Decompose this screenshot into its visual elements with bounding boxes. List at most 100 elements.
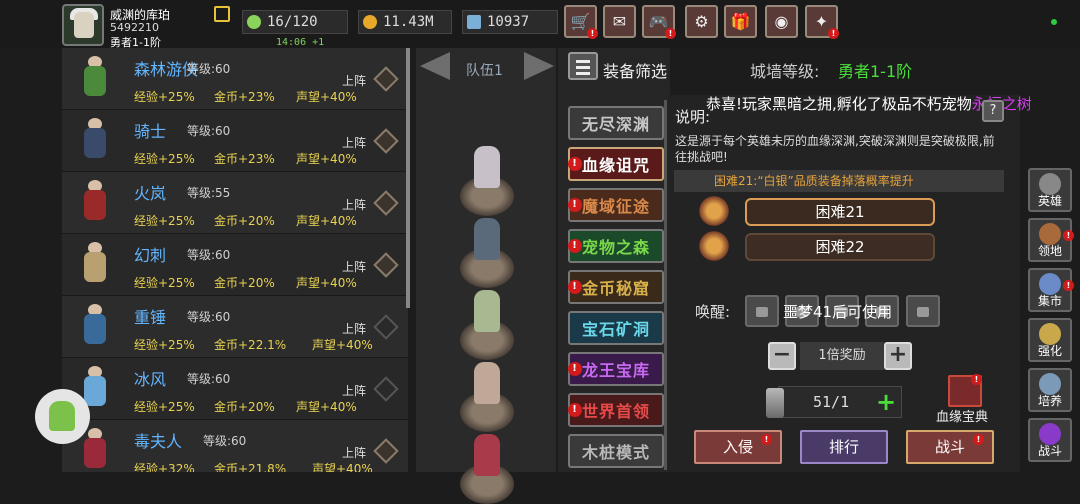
settings-button[interactable]: ⚙ [685,5,718,38]
team-hero-sprite[interactable] [474,434,500,476]
team-hero-sprite[interactable] [474,362,500,404]
gamepad-button[interactable]: 🎮! [642,5,676,39]
mode-button[interactable]: 金币秘窟! [568,270,664,304]
deploy-toggle[interactable] [373,66,399,92]
alert-icon: ! [828,28,839,39]
deploy-label: 上阵 [342,322,367,336]
hero-level: 等级:60 [187,62,231,76]
hero-row[interactable]: 毒夫人 等级:60 上阵 经验+32% 金币+21.8% 声望+40% [62,420,408,472]
team-hero-sprite[interactable] [474,290,500,332]
gem-value: 10937 [487,14,530,30]
deploy-toggle[interactable] [373,376,399,402]
gift-button[interactable]: 🎁 [724,5,757,38]
mode-label: 宠物之森 [581,238,650,257]
difficulty-option-selected[interactable]: 困难21 [745,198,935,226]
side-menu-label: 领地 [1037,244,1062,258]
next-team-arrow[interactable] [524,52,554,80]
event-button[interactable]: ✦! [805,5,839,39]
mode-list-scrollbar[interactable] [664,100,667,470]
deploy-toggle[interactable] [373,314,399,340]
event-icon: ✦ [814,12,829,31]
deploy-label: 上阵 [342,198,367,212]
side-menu-label: 培养 [1037,394,1062,408]
lock-icon[interactable] [745,295,779,327]
deploy-toggle[interactable] [373,190,399,216]
wheel-button[interactable]: ◉ [765,5,798,38]
mode-button[interactable]: 无尽深渊 [568,106,664,140]
shop-icon: 🛒 [570,12,591,31]
side-menu-button[interactable]: 强化 [1028,318,1072,362]
hero-list[interactable]: 森林游侠 等级:60 上阵 经验+25% 金币+23% 声望+40% 骑士 等级… [62,48,408,472]
hero-exp-bonus: 经验+25% [134,214,195,228]
mode-button[interactable]: 世界首领! [568,393,664,427]
mode-button[interactable]: 宠物之森! [568,229,664,263]
hero-name: 冰风 [134,370,167,389]
hero-row[interactable]: 重锤 等级:60 上阵 经验+25% 金币+22.1% 声望+40% [62,296,408,358]
shop-button[interactable]: 🛒! [564,5,598,39]
deploy-toggle[interactable] [373,252,399,278]
team-hero-sprite[interactable] [474,146,500,188]
filter-menu-button[interactable] [568,52,598,80]
mode-button[interactable]: 龙王宝库! [568,352,664,386]
team-column: 队伍1 [416,48,556,504]
team-hero-sprite[interactable] [474,218,500,260]
android-assistant-icon[interactable] [35,389,90,444]
menu-icon [576,60,590,63]
deploy-toggle[interactable] [373,128,399,154]
side-menu-button[interactable]: 英雄 [1028,168,1072,212]
invade-button[interactable]: 入侵! [694,430,782,464]
hero-list-scrollbar[interactable] [406,48,410,308]
lock-icon[interactable] [906,295,940,327]
mode-button[interactable]: 血缘诅咒! [568,147,664,181]
player-avatar[interactable] [62,4,104,46]
energy-counter[interactable]: 16/120 [242,10,348,34]
hero-row[interactable]: 骑士 等级:60 上阵 经验+25% 金币+23% 声望+40% [62,110,408,172]
side-menu-label: 强化 [1037,344,1062,358]
edit-icon[interactable] [214,6,230,22]
awaken-unlock-text: 噩梦41后可使用 [783,303,893,321]
deploy-toggle[interactable] [373,438,399,464]
hero-gold-bonus: 金币+21.8% [214,462,287,472]
help-icon[interactable]: ? [982,100,1004,122]
filter-label[interactable]: 装备筛选 [603,58,667,82]
awaken-label: 唤醒: [695,303,731,321]
mail-button[interactable]: ✉ [603,5,636,38]
mode-label: 宝石矿洞 [581,320,650,339]
alert-icon: ! [587,28,598,39]
hero-row[interactable]: 冰风 等级:60 上阵 经验+25% 金币+20% 声望+40% [62,358,408,420]
gold-counter[interactable]: 11.43M [358,10,452,34]
mode-button[interactable]: 宝石矿洞 [568,311,664,345]
battle-button[interactable]: 战斗! [906,430,994,464]
difficulty-option[interactable]: 困难22 [745,233,935,261]
plus-button[interactable]: + [884,342,912,370]
hero-row[interactable]: 森林游侠 等级:60 上阵 经验+25% 金币+23% 声望+40% [62,48,408,110]
alert-icon: ! [973,434,984,445]
hero-level: 等级:60 [187,124,231,138]
side-menu-button[interactable]: 领地! [1028,218,1074,262]
prev-team-arrow[interactable] [420,52,450,80]
mode-button[interactable]: 魔域征途! [568,188,664,222]
side-menu-button[interactable]: 战斗 [1028,418,1072,462]
bloodline-book-icon[interactable]: ! [948,374,982,407]
mode-list[interactable]: 无尽深渊血缘诅咒! 魔域征途! 宠物之森! 金币秘窟! 宝石矿洞龙王宝库! 世界首领! 木桩… [558,48,670,472]
gem-counter[interactable]: 10937 [462,10,558,34]
bloodline-book-label[interactable]: 血缘宝典 [936,406,988,425]
side-menu-button[interactable]: 培养 [1028,368,1072,412]
mode-button[interactable]: 木桩模式 [568,434,664,468]
hero-row[interactable]: 幻刺 等级:60 上阵 经验+25% 金币+20% 声望+40% [62,234,408,296]
hero-row[interactable]: 火岚 等级:55 上阵 经验+25% 金币+20% 声望+40% [62,172,408,234]
gold-coin-icon [363,15,377,29]
wall-level-value: 勇者1-1阶 [838,62,913,81]
mode-label: 木桩模式 [581,443,650,462]
gold-value: 11.43M [383,14,434,30]
hero-fame-bonus: 声望+40% [296,214,357,228]
hero-gold-bonus: 金币+20% [214,214,275,228]
side-menu-button[interactable]: 集市! [1028,268,1074,312]
add-ticket-button[interactable]: + [876,388,896,416]
status-dot [1051,19,1057,25]
ranking-button[interactable]: 排行 [800,430,888,464]
minus-button[interactable]: − [768,342,796,370]
side-menu-label: 集市 [1037,294,1062,308]
energy-value: 16/120 [267,14,318,30]
alert-icon: ! [665,28,676,39]
